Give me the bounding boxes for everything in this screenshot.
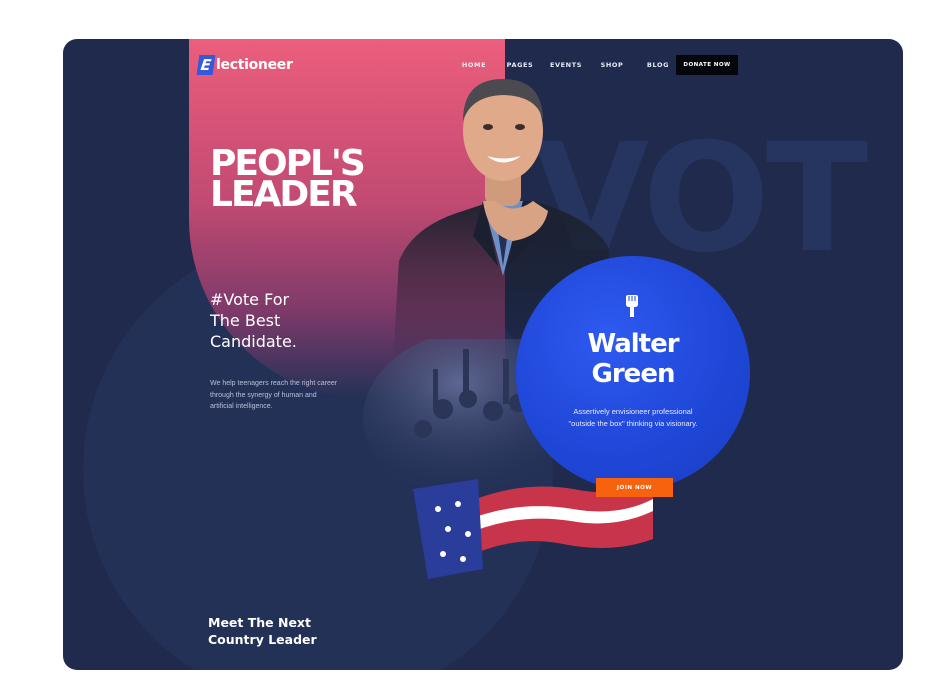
meet-leader-heading: Meet The Next Country Leader (208, 614, 317, 648)
nav-blog[interactable]: BLOG (635, 61, 681, 69)
meet-line: Country Leader (208, 632, 317, 647)
hero-description: We help teenagers reach the right career… (210, 380, 338, 410)
join-now-button[interactable]: JOIN NOW (596, 478, 673, 497)
candidate-description: Assertively envisioneer professional "ou… (568, 407, 698, 428)
tagline-line: Candidate. (210, 332, 297, 351)
hero-headline: PEOPL'S LEADER (210, 146, 366, 215)
tagline-line: The Best (210, 311, 281, 330)
candidate-name: Walter Green (516, 329, 750, 389)
headline-line: LEADER (210, 174, 358, 215)
logo-text: lectioneer (216, 57, 293, 73)
candidate-card: Walter Green Assertively envisioneer pro… (516, 256, 750, 490)
hero-tagline: #Vote For The Best Candidate. (210, 289, 297, 352)
logo[interactable]: E lectioneer (196, 55, 293, 75)
logo-mark: E (196, 55, 216, 75)
donate-button[interactable]: DONATE NOW (676, 55, 738, 75)
raised-fist-icon (626, 295, 638, 317)
candidate-first-name: Walter (587, 329, 679, 359)
hero-section: VOT E lectioneer HOME PAGES EVENTS SHOP … (63, 39, 903, 670)
tagline-line: #Vote For (210, 290, 290, 309)
candidate-last-name: Green (591, 359, 676, 389)
meet-line: Meet The Next (208, 615, 311, 630)
